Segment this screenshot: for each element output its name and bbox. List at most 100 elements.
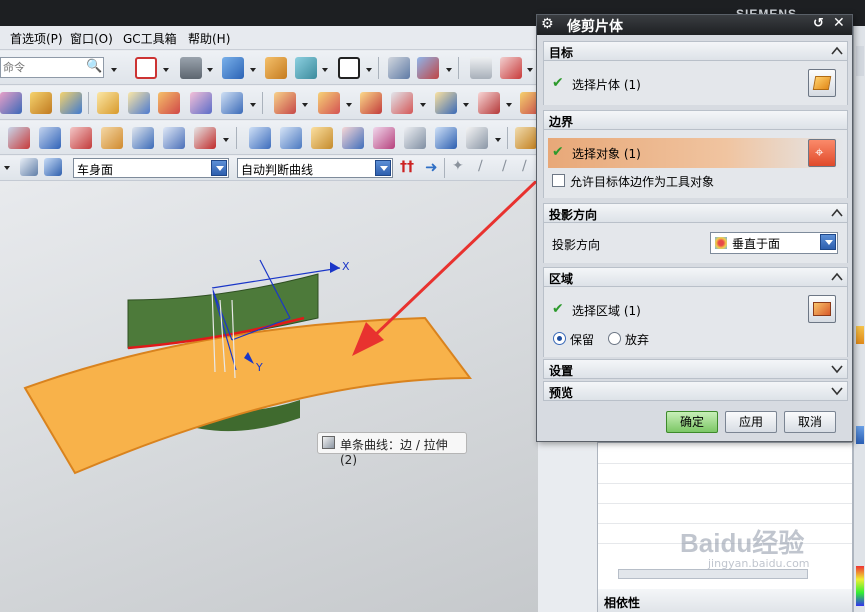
mirror-icon[interactable] (478, 92, 500, 114)
select-region-button[interactable] (808, 295, 836, 323)
box-icon[interactable] (97, 92, 119, 114)
move-object-icon[interactable] (388, 57, 410, 79)
studio-surface-icon[interactable] (311, 127, 333, 149)
view-orient-icon[interactable] (295, 57, 317, 79)
shell-icon[interactable] (221, 92, 243, 114)
menu-window[interactable]: 窗口(O) (70, 30, 113, 47)
pattern-icon[interactable] (318, 92, 340, 114)
select-face-icon[interactable] (44, 158, 62, 176)
collapse-icon[interactable] (831, 207, 843, 219)
chevron-down-icon[interactable] (207, 68, 213, 72)
projection-direction-select[interactable]: 垂直于面 (710, 232, 838, 254)
stack-icon[interactable] (470, 57, 492, 79)
law-extension-icon[interactable] (466, 127, 488, 149)
arc-icon[interactable] (70, 127, 92, 149)
type-filter-select[interactable]: 车身面 (73, 158, 229, 178)
split-icon[interactable] (391, 92, 413, 114)
palette-tab-icon[interactable] (856, 566, 864, 606)
chevron-down-icon[interactable] (250, 103, 256, 107)
chevron-down-icon[interactable] (302, 103, 308, 107)
dependencies-header[interactable]: 相依性 (598, 589, 852, 612)
history-tab-icon[interactable] (856, 326, 864, 344)
section-region-header[interactable]: 区域 (543, 267, 848, 287)
render-style-icon[interactable] (180, 57, 202, 79)
menu-help[interactable]: 帮助(H) (188, 30, 230, 47)
unite-icon[interactable] (60, 92, 82, 114)
dialog-titlebar[interactable]: ⚙ 修剪片体 ↺ ✕ (537, 15, 852, 35)
select-body-icon[interactable] (20, 158, 38, 176)
section-projection-header[interactable]: 投影方向 (543, 203, 848, 223)
through-curves-icon[interactable] (249, 127, 271, 149)
follow-fillet-icon[interactable]: ➜ (425, 158, 438, 176)
collapse-icon[interactable] (831, 45, 843, 57)
keep-radio[interactable] (553, 332, 566, 345)
extract-icon[interactable] (435, 92, 457, 114)
sweep-icon[interactable] (128, 92, 150, 114)
chevron-down-icon[interactable] (4, 166, 10, 170)
select-sheet-button[interactable] (808, 69, 836, 97)
fit-view-icon[interactable] (135, 57, 157, 79)
select-sheet-label[interactable]: 选择片体 (1) (572, 76, 641, 93)
ruled-icon[interactable] (373, 127, 395, 149)
graphics-viewport[interactable]: X Y (0, 181, 538, 612)
discard-radio[interactable] (608, 332, 621, 345)
offset-icon[interactable] (274, 92, 296, 114)
menu-gc-toolbox[interactable]: GC工具箱 (123, 30, 177, 47)
chevron-down-icon[interactable] (322, 68, 328, 72)
intersect-curve-icon[interactable] (194, 127, 216, 149)
stop-at-intersection-icon[interactable]: †† (400, 159, 414, 175)
chevron-down-icon[interactable] (163, 68, 169, 72)
boolean-icon[interactable] (30, 92, 52, 114)
reset-icon[interactable]: ↺ (813, 16, 824, 31)
ok-button[interactable]: 确定 (666, 411, 718, 433)
chevron-down-icon[interactable] (506, 103, 512, 107)
collapse-icon[interactable] (831, 271, 843, 283)
spline-icon[interactable] (101, 127, 123, 149)
select-object-label[interactable]: 选择对象 (1) (572, 145, 641, 162)
gear-icon[interactable]: ⚙ (541, 16, 554, 32)
chevron-down-icon[interactable] (250, 68, 256, 72)
allow-edges-checkbox[interactable] (552, 174, 565, 187)
trim-icon[interactable] (360, 92, 382, 114)
chevron-down-icon[interactable] (495, 138, 501, 142)
cancel-button[interactable]: 取消 (784, 411, 836, 433)
snap-center-icon[interactable]: ∕ (522, 158, 527, 174)
layer-icon[interactable] (265, 57, 287, 79)
chevron-down-icon[interactable] (820, 234, 836, 250)
expand-icon[interactable] (831, 385, 843, 397)
expand-icon[interactable] (831, 363, 843, 375)
feature-icon[interactable] (0, 92, 22, 114)
chevron-down-icon[interactable] (375, 160, 391, 176)
swept-icon[interactable] (404, 127, 426, 149)
resource-tab[interactable] (856, 46, 864, 76)
section-boundary-header[interactable]: 边界 (543, 110, 848, 130)
select-object-button[interactable]: ⌖ (808, 139, 836, 167)
section-target-header[interactable]: 目标 (543, 41, 848, 61)
apply-button[interactable]: 应用 (725, 411, 777, 433)
transform-icon[interactable] (417, 57, 439, 79)
chevron-down-icon[interactable] (366, 68, 372, 72)
n-sided-icon[interactable] (342, 127, 364, 149)
snap-point-icon[interactable]: ✦ (452, 158, 464, 174)
web-browser-tab-icon[interactable] (856, 426, 864, 444)
section-preview-header[interactable]: 预览 (543, 381, 848, 401)
shaded-cube-icon[interactable] (222, 57, 244, 79)
section-settings-header[interactable]: 设置 (543, 359, 848, 379)
wcs-icon[interactable] (500, 57, 522, 79)
project-curve-icon[interactable] (132, 127, 154, 149)
line-icon[interactable] (39, 127, 61, 149)
chevron-down-icon[interactable] (420, 103, 426, 107)
menu-preferences[interactable]: 首选项(P) (10, 30, 63, 47)
blend-icon[interactable] (158, 92, 180, 114)
select-region-label[interactable]: 选择区域 (1) (572, 302, 641, 319)
chevron-down-icon[interactable] (446, 68, 452, 72)
background-icon[interactable] (338, 57, 360, 79)
chevron-down-icon[interactable] (527, 68, 533, 72)
model-canvas[interactable] (0, 181, 538, 612)
curve-icon[interactable] (8, 127, 30, 149)
mesh-icon[interactable] (163, 127, 185, 149)
curve-rule-select[interactable]: 自动判断曲线 (237, 158, 393, 178)
search-icon[interactable]: 🔍 (86, 59, 102, 74)
horizontal-scrollbar[interactable] (618, 569, 808, 579)
chevron-down-icon[interactable] (346, 103, 352, 107)
